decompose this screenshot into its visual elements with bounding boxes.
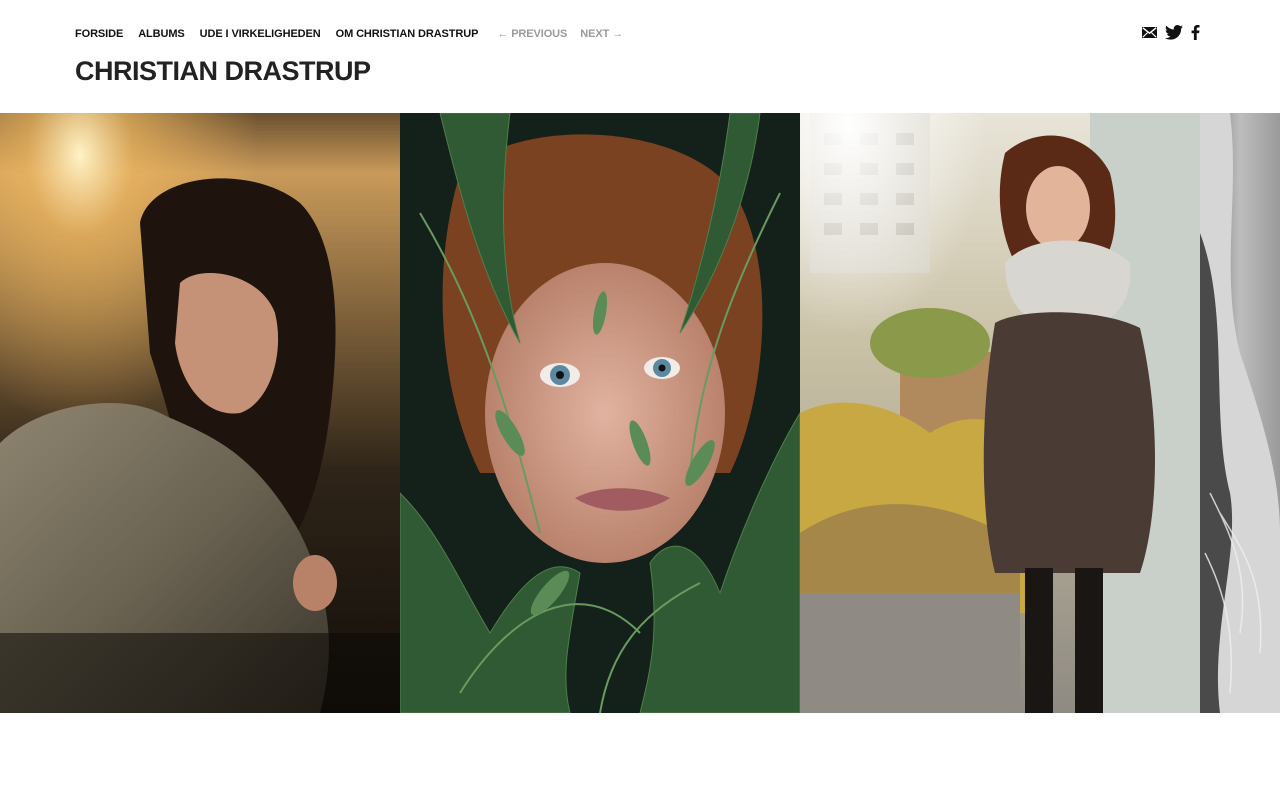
social-links <box>1142 25 1200 40</box>
site-header: FORSIDE ALBUMS UDE I VIRKELIGHEDEN OM CH… <box>0 0 1280 113</box>
nav-item-forside[interactable]: FORSIDE <box>75 28 123 40</box>
site-title[interactable]: CHRISTIAN DRASTRUP <box>75 55 371 87</box>
twitter-icon[interactable] <box>1165 25 1183 40</box>
gallery-photo-1[interactable] <box>0 113 400 713</box>
previous-link[interactable]: ← PREVIOUS <box>497 28 567 40</box>
nav-item-albums[interactable]: ALBUMS <box>138 28 185 40</box>
next-link[interactable]: NEXT → <box>580 28 623 40</box>
gallery-photo-4[interactable] <box>1200 113 1280 713</box>
photo-redhead-in-plants <box>400 113 800 713</box>
photo-woman-scarf-rooftop <box>800 113 1200 713</box>
facebook-icon[interactable] <box>1191 25 1200 40</box>
gallery-photo-3[interactable] <box>800 113 1200 713</box>
email-icon[interactable] <box>1142 27 1157 38</box>
main-nav: FORSIDE ALBUMS UDE I VIRKELIGHEDEN OM CH… <box>75 27 636 41</box>
gallery-photo-2[interactable] <box>400 113 800 713</box>
nav-item-om-christian-drastrup[interactable]: OM CHRISTIAN DRASTRUP <box>336 28 479 40</box>
photo-bw-partial-portrait <box>1200 113 1280 713</box>
photo-woman-sweater-sunset <box>0 113 400 713</box>
photo-gallery <box>0 113 1280 713</box>
nav-item-ude-i-virkeligheden[interactable]: UDE I VIRKELIGHEDEN <box>200 28 321 40</box>
